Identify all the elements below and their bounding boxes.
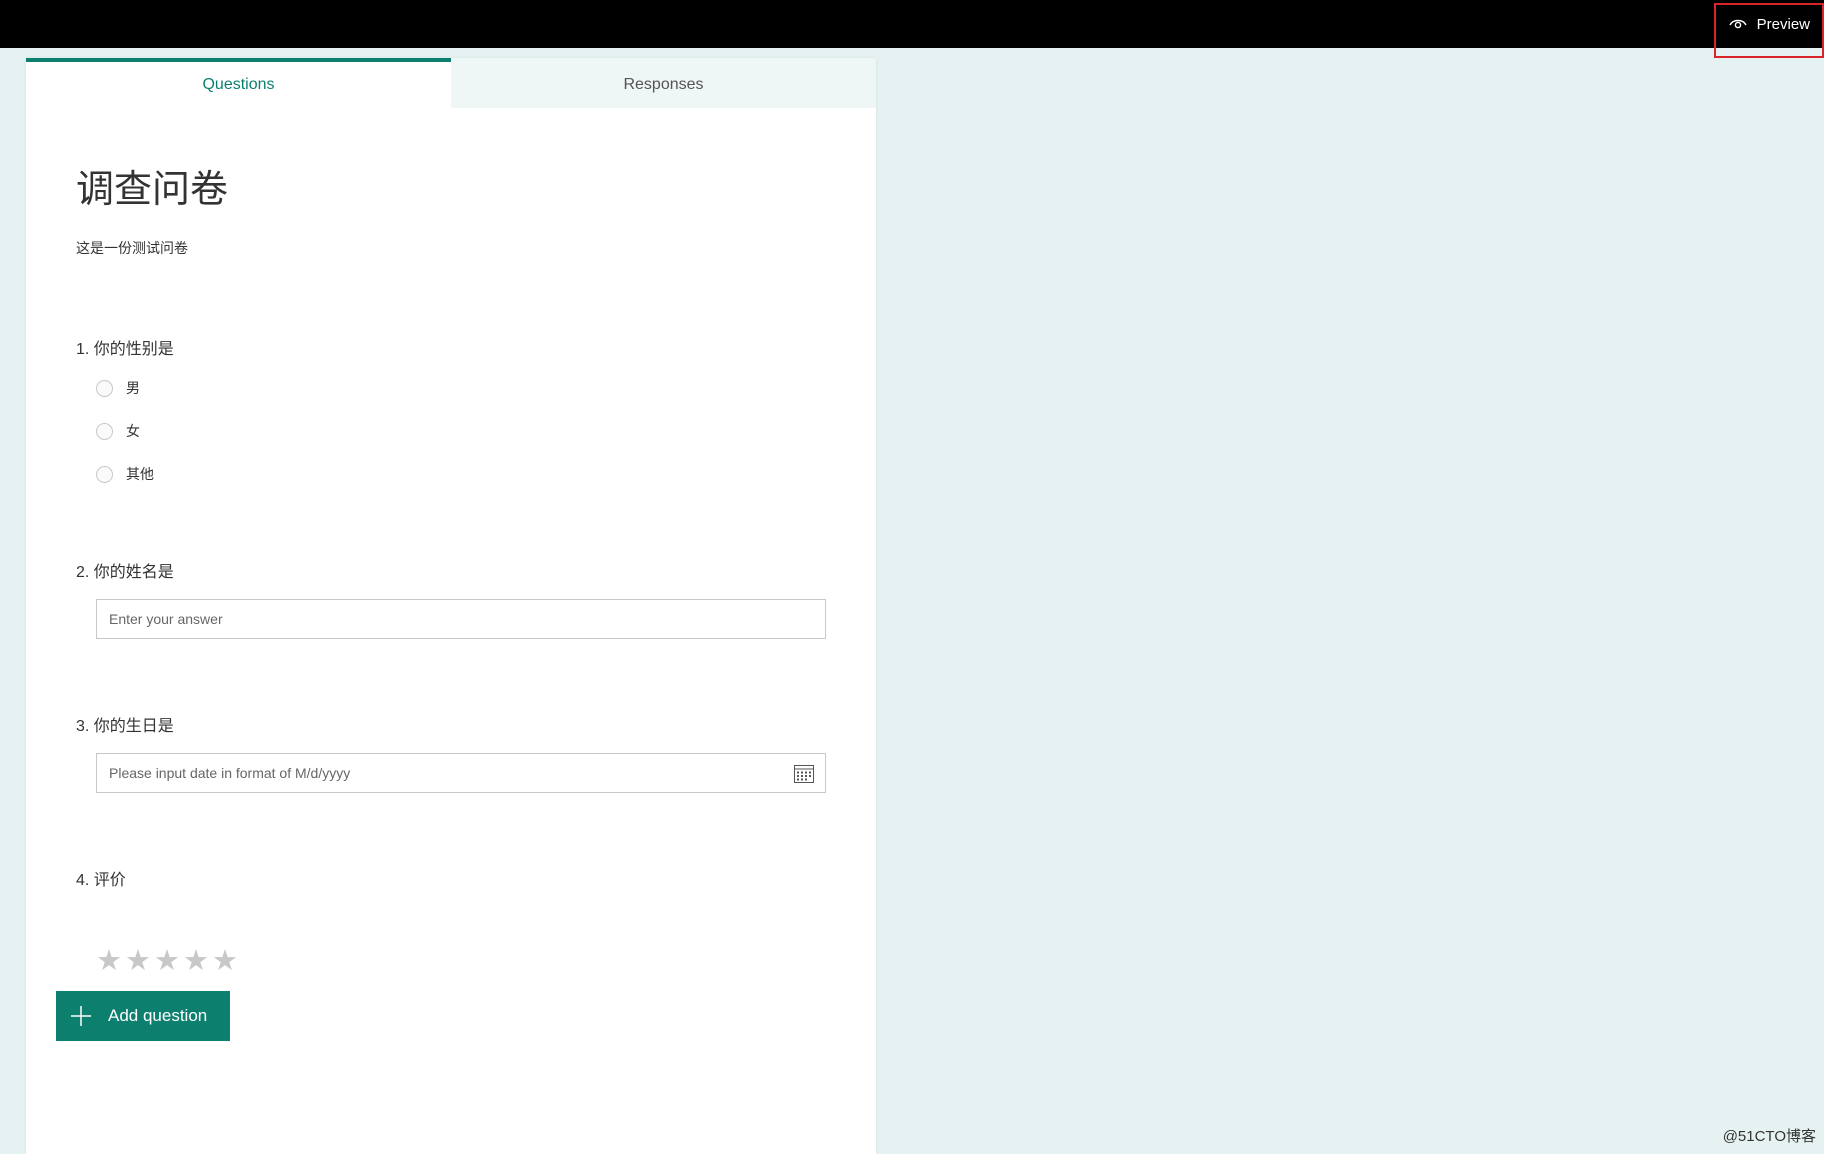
tab-responses[interactable]: Responses	[451, 58, 876, 108]
add-question-button[interactable]: Add question	[56, 991, 230, 1041]
radio-button[interactable]	[96, 422, 113, 440]
name-answer-input[interactable]	[96, 599, 826, 639]
star-icon[interactable]: ★	[183, 946, 209, 976]
tab-label: Responses	[623, 76, 704, 93]
calendar-icon[interactable]	[794, 764, 814, 783]
preview-button[interactable]: Preview	[1715, 8, 1814, 40]
top-bar: Preview	[0, 0, 1824, 48]
option-label: 其他	[126, 466, 154, 482]
question-title[interactable]: 4. 评价	[76, 866, 126, 890]
question-title[interactable]: 2. 你的姓名是	[76, 558, 174, 582]
choice-option[interactable]: 其他	[96, 464, 154, 484]
question-title[interactable]: 1. 你的性别是	[76, 335, 174, 359]
radio-button[interactable]	[96, 465, 113, 483]
question-title[interactable]: 3. 你的生日是	[76, 712, 174, 736]
preview-label: Preview	[1756, 15, 1810, 33]
tab-bar: Questions Responses	[26, 58, 876, 108]
star-icon[interactable]: ★	[125, 946, 151, 976]
tab-questions[interactable]: Questions	[26, 58, 451, 108]
choice-option[interactable]: 男	[96, 378, 140, 398]
choice-option[interactable]: 女	[96, 421, 140, 441]
rating-stars: ★ ★ ★ ★ ★	[96, 946, 238, 976]
option-label: 男	[126, 380, 140, 396]
star-icon[interactable]: ★	[96, 946, 122, 976]
watermark: @51CTO博客	[1722, 1128, 1816, 1145]
eye-icon	[1729, 19, 1747, 29]
form-title[interactable]: 调查问卷	[76, 158, 228, 213]
form-card: Questions Responses 调查问卷 这是一份测试问卷 1. 你的性…	[26, 58, 876, 1154]
plus-icon	[71, 1006, 91, 1026]
radio-button[interactable]	[96, 379, 113, 397]
form-description[interactable]: 这是一份测试问卷	[76, 238, 188, 258]
option-label: 女	[126, 423, 140, 439]
star-icon[interactable]: ★	[154, 946, 180, 976]
date-answer-input[interactable]	[96, 753, 826, 793]
star-icon[interactable]: ★	[212, 946, 238, 976]
tab-label: Questions	[202, 76, 275, 93]
add-question-label: Add question	[108, 1006, 208, 1025]
